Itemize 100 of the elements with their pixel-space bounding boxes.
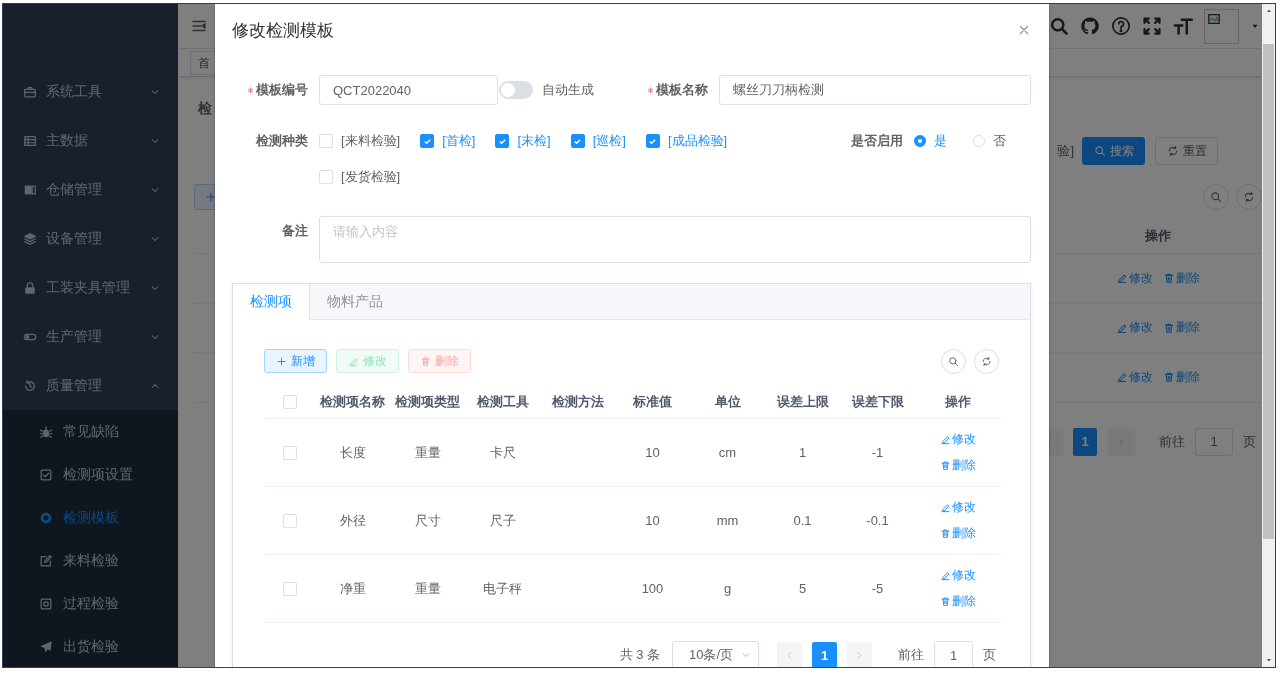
close-icon[interactable] <box>1017 23 1031 37</box>
scroll-up-icon[interactable] <box>1264 7 1273 15</box>
tab[interactable]: 物料产品 <box>310 284 401 320</box>
search-icon[interactable] <box>1049 16 1069 36</box>
reset-button[interactable]: 重置 <box>1155 137 1218 165</box>
lock-icon <box>23 280 37 295</box>
delete-link[interactable]: 删除 <box>940 593 976 610</box>
field-label: 检测种类 <box>256 132 308 150</box>
edit-link[interactable]: 修改 <box>940 431 976 448</box>
checkbox-label: [首检] <box>442 132 476 150</box>
check-icon <box>497 136 507 146</box>
table-cell: -1 <box>871 445 884 460</box>
menu-item[interactable]: 系统工具 <box>3 67 178 116</box>
menu-item[interactable]: 工装夹具管理 <box>3 263 178 312</box>
delete-link[interactable]: 删除 <box>1163 269 1200 287</box>
refresh-icon <box>1166 145 1179 157</box>
add-button[interactable]: 新增 <box>264 349 327 373</box>
column-header: 检测项名称 <box>320 393 385 409</box>
edit-icon <box>1116 272 1128 285</box>
edit-link[interactable]: 修改 <box>1116 368 1153 386</box>
checkbox-label: [成品检验] <box>667 132 728 150</box>
page-input[interactable]: 1 <box>934 641 973 667</box>
radio-button[interactable] <box>914 135 926 147</box>
page-number[interactable]: 1 <box>812 642 837 667</box>
checkbox-label: 验] <box>1057 142 1074 160</box>
edit-link[interactable]: 修改 <box>1116 319 1153 337</box>
text-size-icon[interactable] <box>1173 16 1193 36</box>
table-cell: 100 <box>641 581 664 596</box>
menu-item[interactable]: 仓储管理 <box>3 165 178 214</box>
jump-label: 前往 <box>1159 432 1185 451</box>
fullscreen-icon[interactable] <box>1142 16 1162 36</box>
edit-link[interactable]: 修改 <box>1116 269 1153 287</box>
table-cell: 10 <box>645 445 660 460</box>
edit-link[interactable]: 修改 <box>940 499 976 516</box>
delete-link[interactable]: 删除 <box>1163 368 1200 386</box>
briefcase-icon <box>23 84 37 99</box>
submenu-item[interactable]: 过程检验 <box>3 582 178 625</box>
table-cell: 电子秤 <box>483 580 522 596</box>
menu-icon[interactable] <box>191 18 207 34</box>
edit-icon <box>940 434 951 445</box>
checkbox[interactable] <box>645 134 660 148</box>
total-count: 共 3 条 <box>619 646 660 664</box>
column-header: 检测方法 <box>551 393 604 409</box>
table-cell: 0.1 <box>793 513 812 528</box>
plus-icon <box>276 355 287 367</box>
edit-icon <box>348 355 359 367</box>
submenu-item[interactable]: 来料检验 <box>3 539 178 582</box>
text-input[interactable]: QCT2022040 <box>319 75 498 105</box>
table-cell: 长度 <box>339 444 366 460</box>
menu-item[interactable]: 主数据 <box>3 116 178 165</box>
switch-label: 自动生成 <box>542 81 594 99</box>
delete-link[interactable]: 删除 <box>1163 319 1200 337</box>
jump-suffix: 页 <box>983 646 996 664</box>
search-icon <box>948 355 959 367</box>
edit-icon <box>1116 371 1128 384</box>
remark-textarea[interactable]: 请输入内容 <box>319 216 1031 263</box>
toggle-switch[interactable] <box>499 81 533 99</box>
menu-item[interactable]: 设备管理 <box>3 214 178 263</box>
page-heading: 检 <box>198 100 212 116</box>
table-cell: 尺子 <box>489 512 516 528</box>
column-header: 操作 <box>1144 227 1172 245</box>
github-icon[interactable] <box>1080 16 1100 36</box>
text-input[interactable]: 螺丝刀刀柄检测 <box>719 75 1031 105</box>
submenu-item[interactable]: 检测模板 <box>3 496 178 539</box>
history-icon <box>23 378 37 393</box>
submenu-item[interactable]: 检测项设置 <box>3 453 178 496</box>
edit-icon <box>940 570 951 581</box>
bug-icon <box>39 424 53 439</box>
menu-item[interactable]: 生产管理 <box>3 312 178 361</box>
plus-icon <box>205 191 217 203</box>
checkbox[interactable] <box>495 134 510 148</box>
edit-link[interactable]: 修改 <box>940 567 976 584</box>
page-size-select[interactable]: 10条/页 <box>672 641 759 667</box>
delete-link[interactable]: 删除 <box>940 525 976 542</box>
submenu-item[interactable]: 出货检验 <box>3 625 178 667</box>
table-cell: 1 <box>798 445 807 460</box>
page-number[interactable]: 1 <box>1073 427 1097 456</box>
column-header: 误差上限 <box>776 393 829 409</box>
jump-suffix: 页 <box>1243 432 1256 451</box>
help-icon[interactable] <box>1111 16 1131 36</box>
tab[interactable]: 检测项 <box>233 284 310 320</box>
avatar-image[interactable] <box>1204 8 1239 44</box>
search-button[interactable]: 搜索 <box>1082 137 1145 165</box>
table-cell: mm <box>716 513 739 528</box>
trash-icon <box>420 355 431 367</box>
ring-icon <box>39 510 53 525</box>
delete-link[interactable]: 删除 <box>940 457 976 474</box>
page-input[interactable]: 1 <box>1195 427 1233 456</box>
table-cell: 外径 <box>339 512 366 528</box>
table-cell: -0.1 <box>866 513 889 528</box>
checkbox[interactable] <box>420 134 435 148</box>
menu-item[interactable]: 质量管理 <box>3 361 178 410</box>
table-icon <box>23 133 37 148</box>
checkbox-label: [发货检验] <box>341 168 401 186</box>
submenu-item[interactable]: 常见缺陷 <box>3 410 178 453</box>
scroll-down-icon[interactable] <box>1264 656 1273 664</box>
checkbox[interactable] <box>570 134 585 148</box>
field-label: 模板名称 <box>656 81 708 99</box>
field-label: 是否启用 <box>851 132 903 150</box>
table-cell: g <box>723 581 732 596</box>
